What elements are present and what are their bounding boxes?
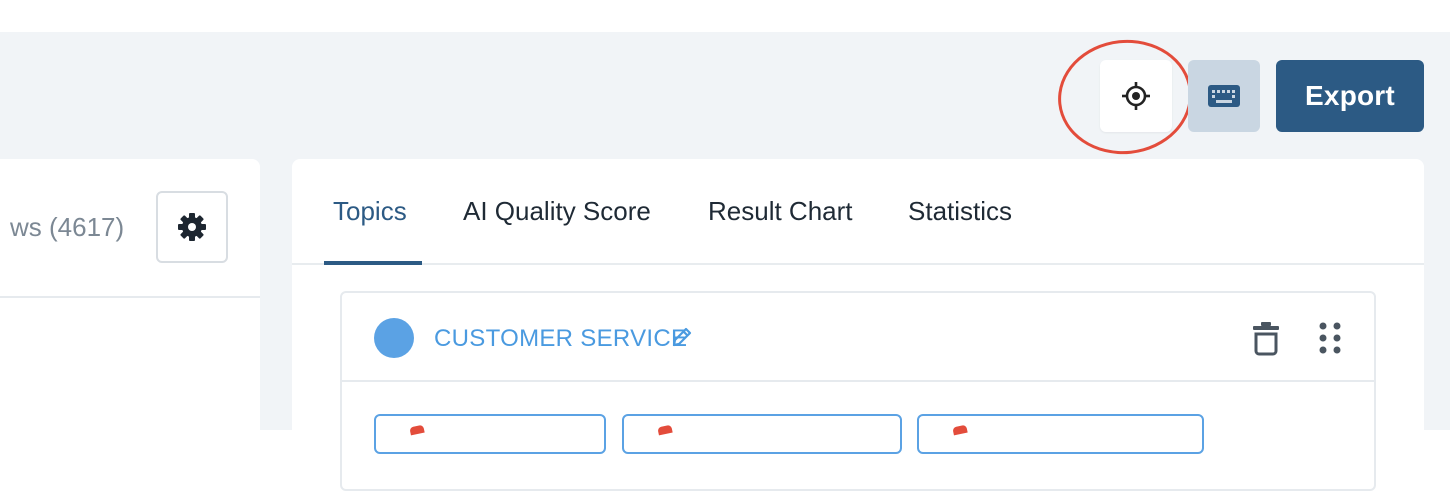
- tab-ai-quality-score[interactable]: AI Quality Score: [463, 196, 651, 227]
- gear-icon: [178, 213, 206, 241]
- keyboard-icon: [1208, 85, 1240, 107]
- pencil-icon[interactable]: [670, 325, 694, 349]
- export-button[interactable]: Export: [1276, 60, 1424, 132]
- topic-chip[interactable]: [374, 414, 606, 454]
- settings-button[interactable]: [156, 191, 228, 263]
- card-header-divider: [342, 380, 1374, 382]
- tab-result-chart[interactable]: Result Chart: [708, 196, 853, 227]
- topic-title: CUSTOMER SERVICE: [434, 325, 688, 352]
- trash-icon[interactable]: [1250, 320, 1282, 356]
- tab-statistics[interactable]: Statistics: [908, 196, 1012, 227]
- reviews-count-title: ws (4617): [10, 212, 125, 242]
- locate-button[interactable]: [1100, 60, 1172, 132]
- drag-handle-icon[interactable]: [1316, 320, 1344, 356]
- topic-chip[interactable]: [622, 414, 902, 454]
- tab-bar: [292, 159, 1424, 265]
- topic-chip[interactable]: [917, 414, 1204, 454]
- chip-marker-icon: [409, 424, 425, 436]
- topic-card: [340, 291, 1376, 491]
- left-panel-divider: [0, 296, 260, 298]
- top-bar: [0, 0, 1450, 32]
- keyboard-shortcuts-button[interactable]: [1188, 60, 1260, 132]
- chip-marker-icon: [657, 424, 673, 436]
- crosshair-icon: [1122, 82, 1150, 110]
- topic-color-dot[interactable]: [374, 318, 414, 358]
- active-tab-indicator: [324, 261, 422, 265]
- tab-topics[interactable]: Topics: [333, 196, 407, 227]
- chip-marker-icon: [952, 424, 968, 436]
